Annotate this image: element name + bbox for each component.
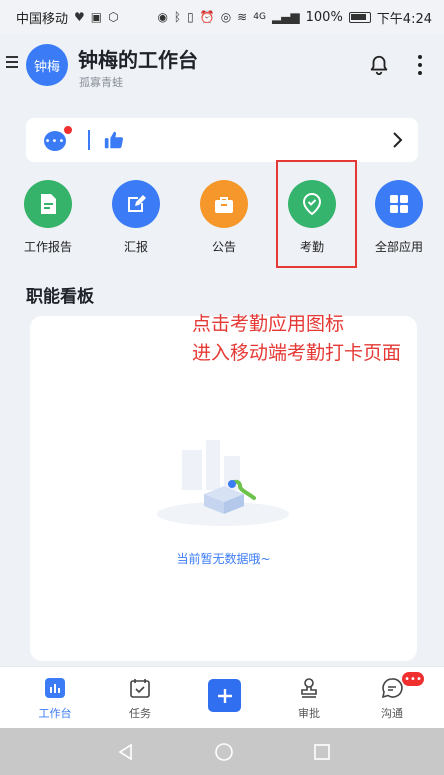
tab-workbench[interactable]: 工作台 — [15, 677, 95, 721]
app-label: 工作报告 — [23, 240, 72, 254]
add-button[interactable] — [208, 679, 241, 712]
avatar[interactable]: 钟梅 — [26, 44, 68, 86]
unread-dot — [64, 126, 72, 134]
bluetooth-icon: ᛒ — [173, 10, 182, 24]
header: 钟梅 钟梅的工作台 孤寡青蛙 — [0, 34, 444, 100]
system-nav-bar — [0, 728, 444, 775]
workspace-title[interactable]: 钟梅的工作台 — [78, 44, 198, 73]
battery-icon — [348, 11, 371, 23]
chart-icon[interactable] — [44, 677, 66, 699]
home-icon[interactable] — [214, 742, 234, 762]
eye-icon: ◎ — [220, 10, 232, 24]
report-icon[interactable] — [24, 180, 72, 228]
stamp-icon[interactable] — [298, 677, 320, 699]
plus-icon — [217, 688, 232, 703]
tab-approval[interactable]: 审批 — [269, 677, 349, 721]
bell-icon[interactable] — [368, 54, 390, 76]
tab-bar: 工作台 任务 审批 沟通 — [0, 666, 444, 728]
signal-icon: ▂▄▆ — [271, 10, 300, 24]
wifi-icon: ≋ — [237, 10, 248, 24]
app-announcement[interactable]: 公告 — [188, 180, 260, 255]
status-bar: 中国移动 ♥ ▣ ⬡ ◉ ᛒ ▯ ⏰ ◎ ≋ 4G ▂▄▆ 100% 下午4:2… — [0, 0, 444, 34]
annotation-line: 点击考勤应用图标 — [192, 313, 345, 335]
network-text: 4G — [253, 12, 266, 22]
app-all-apps[interactable]: 全部应用 — [363, 180, 435, 255]
tab-label: 任务 — [129, 707, 151, 720]
battery-percent: 100% — [305, 9, 343, 25]
empty-box-illustration — [157, 440, 289, 526]
heart-icon: ♥ — [74, 10, 85, 24]
chevron-right-icon[interactable] — [388, 130, 406, 150]
workspace-subtitle: 孤寡青蛙 — [79, 76, 123, 89]
app-work-report[interactable]: 工作报告 — [12, 180, 84, 255]
annotation-text: 点击考勤应用图标 进入移动端考勤打卡页面 — [192, 310, 432, 368]
annotation-line: 进入移动端考勤打卡页面 — [192, 342, 402, 364]
section-title: 职能看板 — [26, 287, 94, 307]
carrier-text: 中国移动 — [16, 11, 69, 27]
message-badge: ••• — [402, 672, 424, 686]
bag-icon[interactable] — [200, 180, 248, 228]
grid-icon[interactable] — [375, 180, 423, 228]
alarm-icon: ⏰ — [199, 10, 215, 24]
app-label: 全部应用 — [374, 240, 423, 254]
chat-bubble-icon[interactable] — [381, 677, 403, 699]
thumbs-up-icon[interactable] — [102, 129, 126, 151]
tab-label: 审批 — [298, 707, 320, 720]
tab-label: 工作台 — [38, 707, 72, 720]
recent-apps-icon[interactable] — [312, 742, 332, 762]
app-report[interactable]: 汇报 — [100, 180, 172, 255]
app-label: 公告 — [211, 240, 236, 254]
empty-state-text: 当前暂无数据哦~ — [176, 552, 271, 566]
clock-text: 下午4:24 — [376, 11, 432, 27]
quick-bar[interactable]: ••• — [26, 118, 418, 162]
status-right: ◉ ᛒ ▯ ⏰ ◎ ≋ 4G ▂▄▆ 100% 下午4:24 — [157, 8, 432, 27]
vibrate-icon: ▯ — [187, 10, 194, 24]
status-left: 中国移动 ♥ ▣ ⬡ — [16, 8, 119, 27]
notification-icon: ▣ — [90, 10, 103, 24]
app-label: 汇报 — [123, 240, 148, 254]
highlight-box — [276, 160, 357, 268]
location-icon: ◉ — [157, 10, 168, 24]
chat-icon[interactable]: ••• — [44, 126, 72, 151]
menu-icon[interactable] — [6, 56, 18, 70]
edit-icon[interactable] — [112, 180, 160, 228]
shield-icon: ⬡ — [108, 10, 119, 24]
divider — [88, 130, 90, 150]
app-grid: 工作报告 汇报 公告 考勤 全部应用 — [0, 180, 444, 260]
tab-tasks[interactable]: 任务 — [100, 677, 180, 721]
more-options-icon[interactable] — [410, 52, 430, 78]
tab-label: 沟通 — [381, 707, 403, 720]
back-icon[interactable] — [116, 742, 136, 762]
calendar-check-icon[interactable] — [129, 677, 151, 699]
